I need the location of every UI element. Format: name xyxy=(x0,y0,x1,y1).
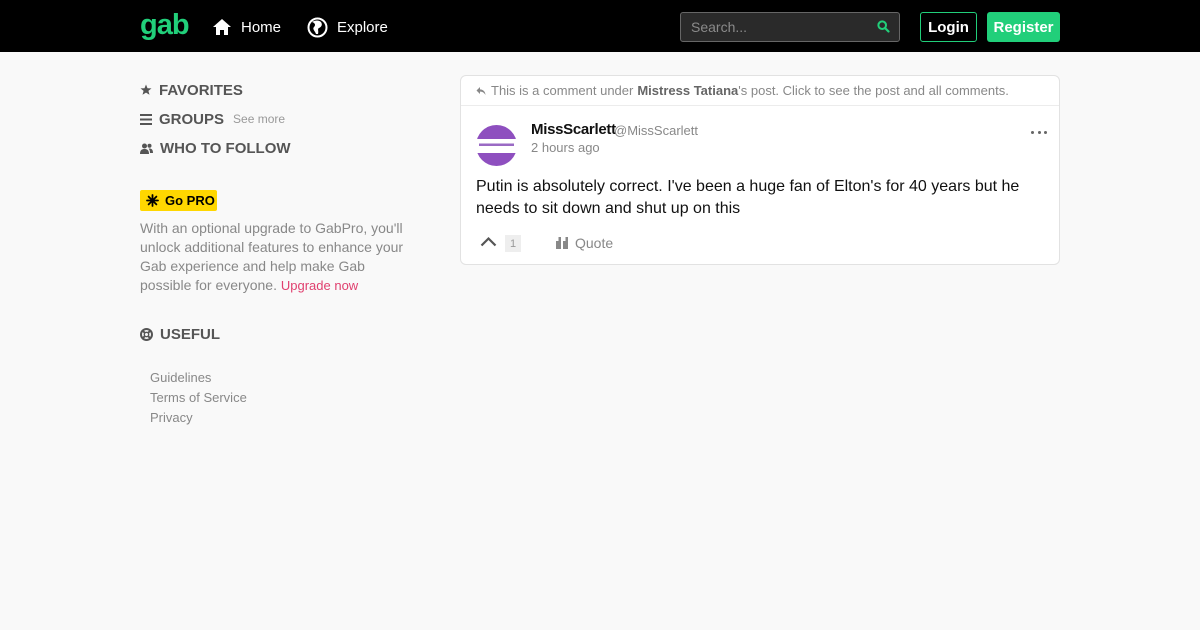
nav-home-link[interactable]: Home xyxy=(212,14,281,40)
guidelines-link[interactable]: Guidelines xyxy=(150,368,247,388)
home-icon xyxy=(213,19,231,35)
gopro-badge[interactable]: Go PRO xyxy=(140,190,217,211)
post-timestamp[interactable]: 2 hours ago xyxy=(531,140,600,155)
nav-home-label: Home xyxy=(241,18,282,36)
star-icon xyxy=(140,84,152,95)
list-icon xyxy=(140,113,152,125)
quote-label: Quote xyxy=(575,235,614,251)
top-navigation-bar: gab Home Explore Login Register xyxy=(0,0,1200,52)
author-name[interactable]: MissScarlett xyxy=(531,121,616,138)
author-handle[interactable]: @MissScarlett xyxy=(614,123,698,138)
useful-links-list: Guidelines Terms of Service Privacy xyxy=(150,368,247,428)
parent-author-name[interactable]: Mistress Tatiana xyxy=(637,83,738,98)
post-body: Putin is absolutely correct. I've been a… xyxy=(476,178,1020,217)
upgrade-now-link[interactable]: Upgrade now xyxy=(281,278,358,293)
quote-button[interactable]: Quote xyxy=(556,235,613,251)
who-to-follow-label: WHO TO FOLLOW xyxy=(160,139,291,157)
avatar[interactable] xyxy=(476,125,517,166)
groups-see-more-link[interactable]: See more xyxy=(233,112,285,126)
more-options-icon[interactable] xyxy=(1031,127,1047,137)
gopro-description: With an optional upgrade to GabPro, you'… xyxy=(140,219,410,295)
quote-icon xyxy=(556,237,568,249)
gopro-badge-label: Go PRO xyxy=(165,193,215,208)
sidebar-who-to-follow[interactable]: WHO TO FOLLOW xyxy=(140,139,291,157)
users-icon xyxy=(140,143,153,154)
search-box xyxy=(680,12,900,42)
terms-of-service-link[interactable]: Terms of Service xyxy=(150,388,247,408)
register-button[interactable]: Register xyxy=(987,12,1060,42)
gopro-description-text: With an optional upgrade to GabPro, you'… xyxy=(140,220,404,293)
sidebar-groups[interactable]: GROUPS See more xyxy=(140,110,285,128)
sidebar-favorites[interactable]: FAVORITES xyxy=(140,81,243,99)
parent-notice-suffix: 's post. Click to see the post and all c… xyxy=(738,83,1009,98)
nav-explore-label: Explore xyxy=(337,18,388,36)
comment-card: This is a comment under Mistress Tatiana… xyxy=(460,75,1060,265)
globe-icon xyxy=(307,17,328,37)
search-input[interactable] xyxy=(681,13,871,41)
nav-explore-link[interactable]: Explore xyxy=(307,14,388,40)
asterisk-icon xyxy=(146,194,159,207)
favorites-label: FAVORITES xyxy=(159,81,243,99)
avatar-image xyxy=(476,125,517,166)
login-button[interactable]: Login xyxy=(920,12,977,42)
parent-post-notice[interactable]: This is a comment under Mistress Tatiana… xyxy=(461,76,1059,106)
reply-arrow-icon xyxy=(476,86,486,95)
gab-logo[interactable]: gab xyxy=(140,8,190,42)
sidebar-useful: USEFUL xyxy=(140,325,220,343)
search-icon[interactable] xyxy=(877,20,890,33)
useful-label: USEFUL xyxy=(160,325,220,343)
privacy-link[interactable]: Privacy xyxy=(150,408,247,428)
groups-label: GROUPS xyxy=(159,110,225,128)
upvote-icon[interactable] xyxy=(480,236,497,247)
parent-notice-prefix: This is a comment under xyxy=(491,83,634,98)
vote-count: 1 xyxy=(505,235,521,252)
lifebuoy-icon xyxy=(140,327,153,341)
